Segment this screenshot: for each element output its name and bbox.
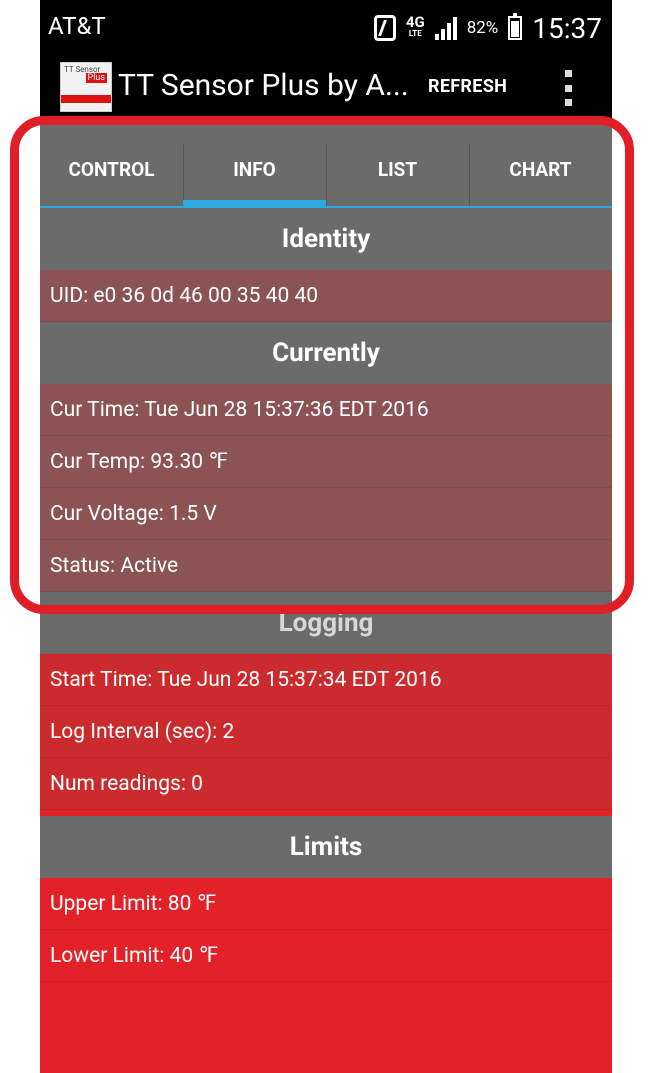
status-icons: 4G LTE 82% 15:37 bbox=[373, 8, 602, 48]
network-sub-label: LTE bbox=[408, 29, 422, 38]
start-time-row: Start Time: Tue Jun 28 15:37:34 EDT 2016 bbox=[40, 654, 612, 706]
num-readings-row: Num readings: 0 bbox=[40, 758, 612, 810]
carrier-label: AT&T bbox=[48, 12, 106, 40]
tab-bar: CONTROL INFO LIST CHART bbox=[40, 118, 612, 208]
nfc-icon bbox=[373, 15, 396, 41]
cur-temp-row: Cur Temp: 93.30 ℉ bbox=[40, 436, 612, 488]
tab-info[interactable]: INFO bbox=[183, 118, 326, 208]
app-bar: TT Sensor Plus TT Sensor Plus by A... RE… bbox=[40, 56, 612, 118]
cur-time-row: Cur Time: Tue Jun 28 15:37:36 EDT 2016 bbox=[40, 384, 612, 436]
refresh-button[interactable]: REFRESH bbox=[428, 76, 507, 97]
identity-header: Identity bbox=[40, 208, 612, 270]
tab-control[interactable]: CONTROL bbox=[40, 118, 183, 208]
app-title: TT Sensor Plus by A... bbox=[118, 68, 409, 103]
app-logo: TT Sensor Plus bbox=[60, 62, 112, 112]
phone-screen: AT&T 4G LTE 82% 15:37 TT Sensor Plus TT … bbox=[40, 0, 612, 1073]
cur-voltage-row: Cur Voltage: 1.5 V bbox=[40, 488, 612, 540]
status-row: Status: Active bbox=[40, 540, 612, 592]
logo-plus: Plus bbox=[85, 73, 107, 83]
currently-header: Currently bbox=[40, 322, 612, 384]
tab-chart[interactable]: CHART bbox=[469, 118, 612, 208]
limits-header: Limits bbox=[40, 816, 612, 878]
battery-icon bbox=[508, 13, 523, 40]
battery-percent: 82% bbox=[466, 18, 499, 38]
uid-row: UID: e0 36 0d 46 00 35 40 40 bbox=[40, 270, 612, 322]
lower-limit-row: Lower Limit: 40 ℉ bbox=[40, 930, 612, 982]
network-type: 4G LTE bbox=[406, 15, 425, 40]
tab-list[interactable]: LIST bbox=[326, 118, 469, 208]
logo-bar bbox=[61, 95, 111, 103]
signal-icon bbox=[434, 16, 457, 40]
log-interval-row: Log Interval (sec): 2 bbox=[40, 706, 612, 758]
status-bar: AT&T 4G LTE 82% 15:37 bbox=[40, 0, 612, 56]
overflow-menu-icon[interactable] bbox=[562, 70, 574, 106]
upper-limit-row: Upper Limit: 80 ℉ bbox=[40, 878, 612, 930]
clock: 15:37 bbox=[532, 11, 602, 45]
logging-header: Logging bbox=[40, 592, 612, 654]
